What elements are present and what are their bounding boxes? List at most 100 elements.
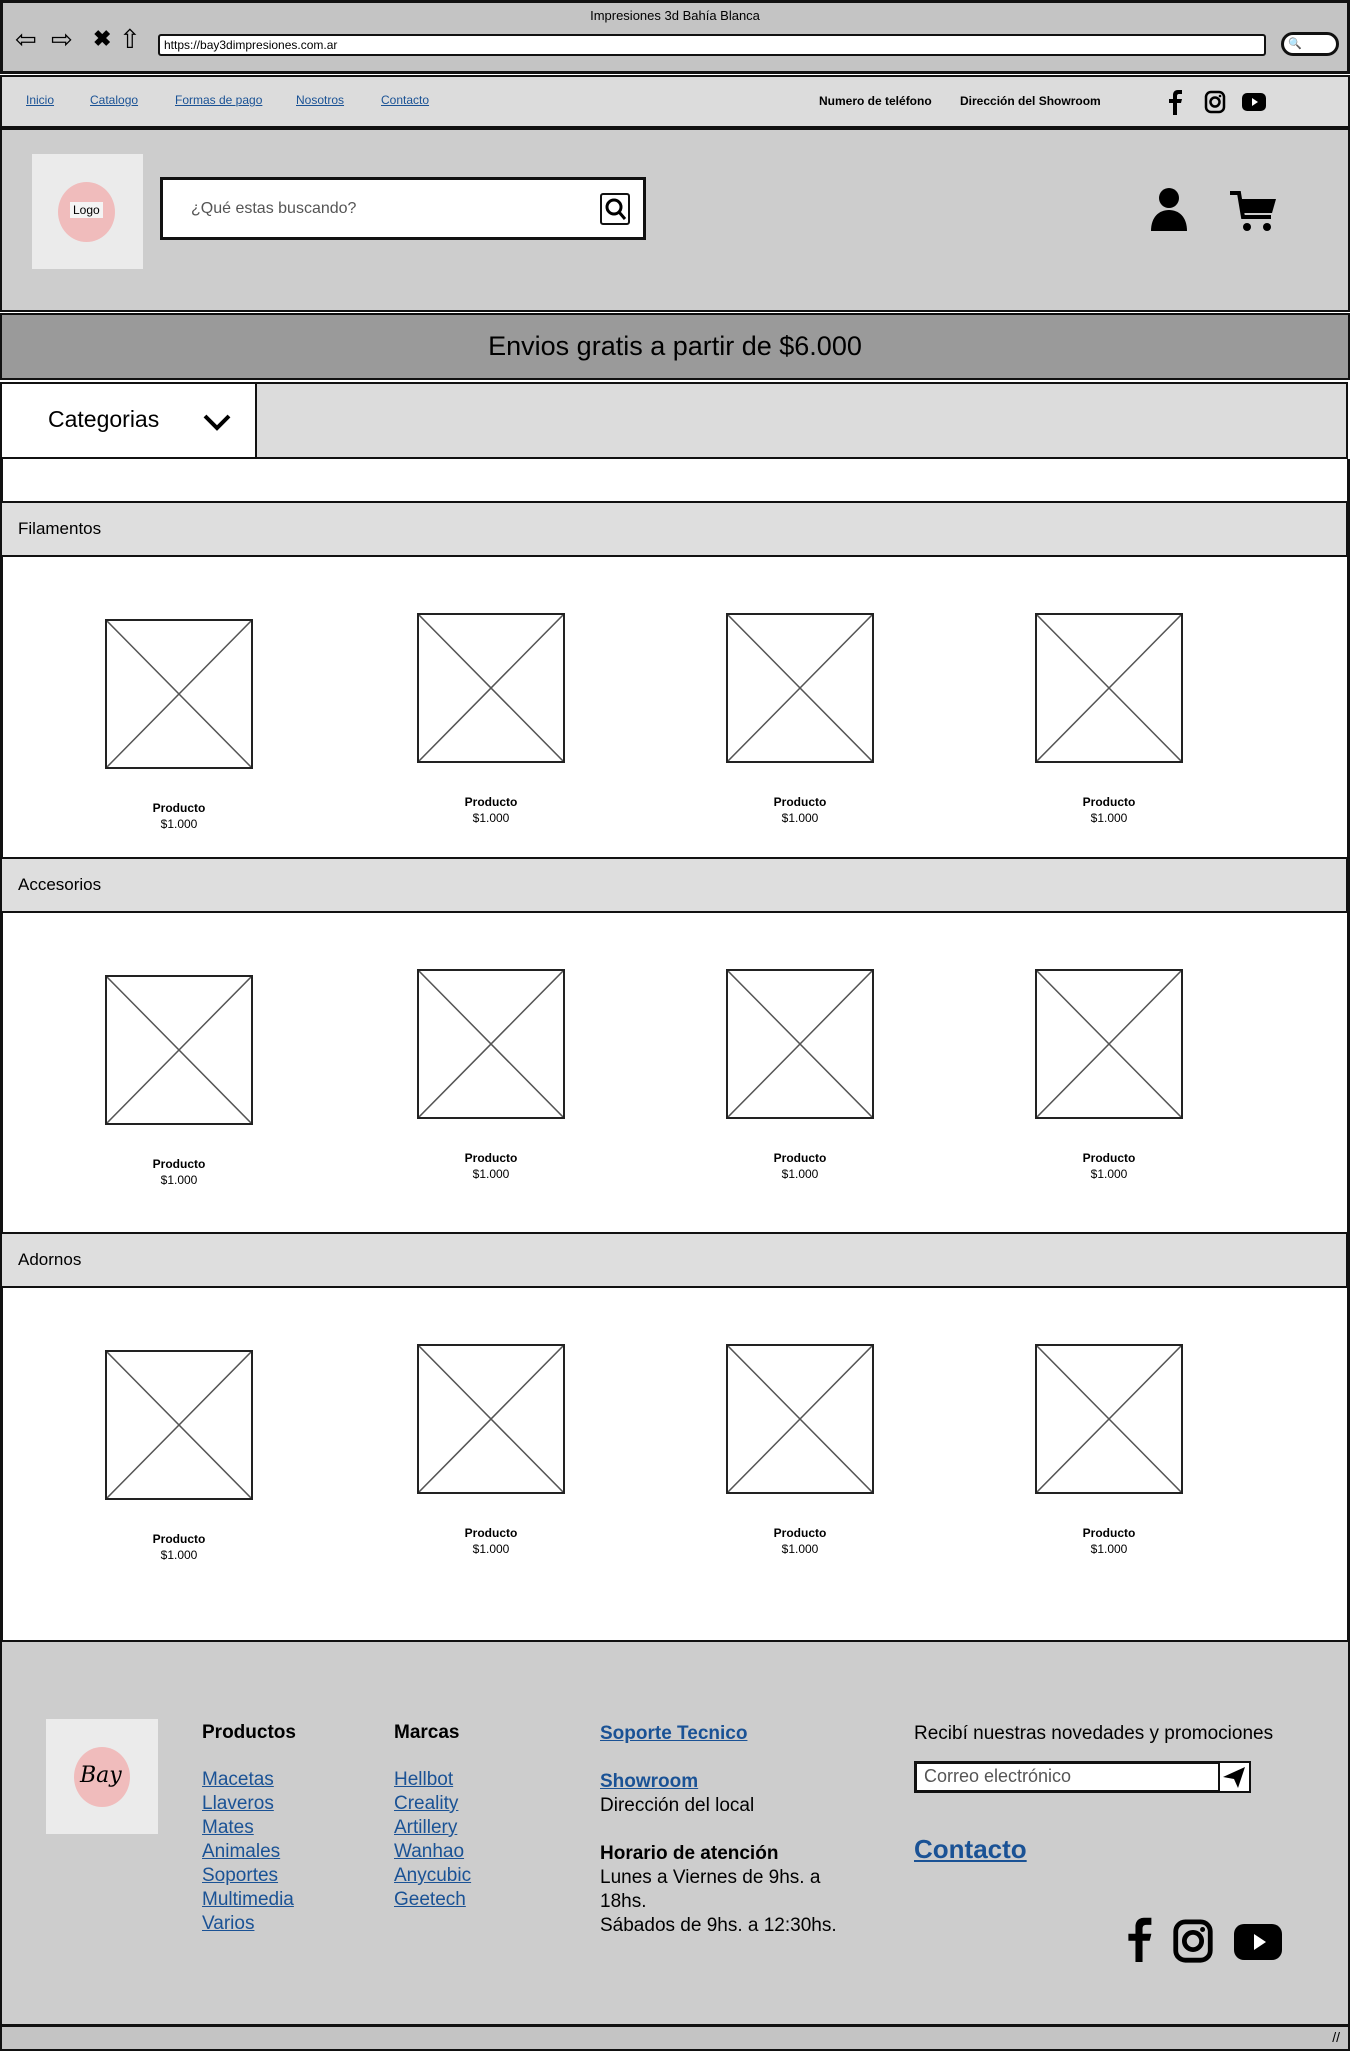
- product-name[interactable]: Producto: [1035, 795, 1183, 809]
- top-nav: Inicio Catalogo Formas de pago Nosotros …: [0, 75, 1350, 128]
- product-name[interactable]: Producto: [726, 1526, 874, 1540]
- brand-link[interactable]: Artillery: [394, 1816, 471, 1840]
- nav-nosotros[interactable]: Nosotros: [296, 93, 344, 107]
- product-image-placeholder[interactable]: [105, 1350, 253, 1500]
- user-icon[interactable]: [1150, 187, 1188, 231]
- email-input[interactable]: Correo electrónico: [914, 1761, 1251, 1793]
- section-header: Accesorios: [0, 857, 1348, 913]
- nav-inicio[interactable]: Inicio: [26, 93, 54, 107]
- categories-dropdown[interactable]: Categorias: [0, 382, 257, 459]
- brand-link[interactable]: Hellbot: [394, 1768, 471, 1792]
- back-icon[interactable]: ⇦: [15, 25, 37, 53]
- home-icon[interactable]: ⇧: [119, 25, 141, 53]
- product-name[interactable]: Producto: [105, 801, 253, 815]
- product-image-placeholder[interactable]: [105, 975, 253, 1125]
- product-price: $1.000: [1090, 811, 1128, 825]
- product-name[interactable]: Producto: [417, 795, 565, 809]
- footer-logo-text: Bay: [80, 1763, 122, 1788]
- product-category-link[interactable]: Mates: [202, 1816, 296, 1840]
- youtube-icon[interactable]: [1234, 1924, 1282, 1960]
- categories-label: Categorias: [48, 406, 160, 432]
- product-image-placeholder[interactable]: [1035, 969, 1183, 1119]
- bottom-bar: //: [0, 2025, 1350, 2051]
- product-price: $1.000: [472, 1167, 510, 1181]
- productos-title: Productos: [202, 1722, 296, 1743]
- info-column: Soporte Tecnico Showroom Dirección del l…: [600, 1722, 837, 1938]
- logo-label: Logo: [70, 202, 103, 218]
- product-name[interactable]: Producto: [726, 795, 874, 809]
- section-header: Adornos: [0, 1232, 1348, 1288]
- product-name[interactable]: Producto: [105, 1157, 253, 1171]
- product-name[interactable]: Producto: [1035, 1526, 1183, 1540]
- search-input[interactable]: ¿Qué estas buscando?: [160, 177, 646, 240]
- nav-contacto[interactable]: Contacto: [381, 93, 429, 107]
- instagram-icon[interactable]: [1204, 90, 1226, 114]
- chevron-down-icon: [203, 414, 231, 431]
- product-image-placeholder[interactable]: [417, 969, 565, 1119]
- nav-formas-de-pago[interactable]: Formas de pago: [175, 93, 262, 107]
- product-price: $1.000: [160, 1173, 198, 1187]
- free-shipping-banner: Envios gratis a partir de $6.000: [0, 313, 1350, 380]
- product-image-placeholder[interactable]: [1035, 1344, 1183, 1494]
- footer: Bay Productos Macetas Llaveros Mates Animal…: [0, 1640, 1350, 2026]
- product-price: $1.000: [781, 1167, 819, 1181]
- close-icon[interactable]: ✖: [93, 25, 111, 53]
- product-name[interactable]: Producto: [105, 1532, 253, 1546]
- brand-link[interactable]: Anycubic: [394, 1864, 471, 1888]
- product-image-placeholder[interactable]: [417, 613, 565, 763]
- showroom-address-text: Dirección del local: [600, 1795, 755, 1816]
- horario-line: Sábados de 9hs. a 12:30hs.: [600, 1915, 837, 1936]
- product-price: $1.000: [472, 1542, 510, 1556]
- product-price: $1.000: [781, 1542, 819, 1556]
- contacto-link[interactable]: Contacto: [914, 1834, 1027, 1864]
- brand-link[interactable]: Wanhao: [394, 1840, 471, 1864]
- product-image-placeholder[interactable]: [726, 1344, 874, 1494]
- instagram-icon[interactable]: [1170, 1918, 1216, 1964]
- product-category-link[interactable]: Llaveros: [202, 1792, 296, 1816]
- cart-icon[interactable]: [1230, 190, 1278, 232]
- footer-logo[interactable]: Bay: [46, 1719, 158, 1834]
- newsletter-label: Recibí nuestras novedades y promociones: [914, 1723, 1274, 1744]
- url-bar[interactable]: https://bay3dimpresiones.com.ar: [158, 34, 1266, 56]
- send-icon[interactable]: [1218, 1763, 1249, 1791]
- brand-link[interactable]: Geetech: [394, 1888, 471, 1912]
- brand-link[interactable]: Creality: [394, 1792, 471, 1816]
- facebook-icon[interactable]: [1168, 89, 1182, 115]
- horario-title: Horario de atención: [600, 1843, 779, 1864]
- marcas-title: Marcas: [394, 1722, 460, 1743]
- product-image-placeholder[interactable]: [1035, 613, 1183, 763]
- product-price: $1.000: [1090, 1167, 1128, 1181]
- product-category-link[interactable]: Varios: [202, 1912, 296, 1936]
- product-image-placeholder[interactable]: [417, 1344, 565, 1494]
- forward-icon[interactable]: ⇨: [51, 25, 73, 53]
- product-name[interactable]: Producto: [1035, 1151, 1183, 1165]
- product-price: $1.000: [160, 1548, 198, 1562]
- product-image-placeholder[interactable]: [726, 613, 874, 763]
- horario-line: 18hs.: [600, 1891, 647, 1912]
- product-name[interactable]: Producto: [417, 1151, 565, 1165]
- product-price: $1.000: [472, 811, 510, 825]
- product-price: $1.000: [1090, 1542, 1128, 1556]
- product-name[interactable]: Producto: [726, 1151, 874, 1165]
- phone-number: Numero de teléfono: [819, 94, 932, 108]
- product-category-link[interactable]: Multimedia: [202, 1888, 296, 1912]
- facebook-icon[interactable]: [1126, 1916, 1152, 1962]
- search-icon[interactable]: [600, 193, 630, 225]
- product-name[interactable]: Producto: [417, 1526, 565, 1540]
- product-category-link[interactable]: Soportes: [202, 1864, 296, 1888]
- productos-column: Productos Macetas Llaveros Mates Animales So…: [202, 1722, 296, 1936]
- showroom-link[interactable]: Showroom: [600, 1770, 837, 1794]
- product-price: $1.000: [781, 811, 819, 825]
- resize-handle-icon[interactable]: //: [1332, 2029, 1340, 2045]
- product-price: $1.000: [160, 817, 198, 831]
- browser-search-icon[interactable]: 🔍: [1281, 32, 1339, 56]
- product-image-placeholder[interactable]: [726, 969, 874, 1119]
- logo[interactable]: Logo: [32, 154, 143, 269]
- product-image-placeholder[interactable]: [105, 619, 253, 769]
- youtube-icon[interactable]: [1242, 93, 1266, 111]
- soporte-tecnico-link[interactable]: Soporte Tecnico: [600, 1722, 837, 1746]
- product-category-link[interactable]: Macetas: [202, 1768, 296, 1792]
- nav-catalogo[interactable]: Catalogo: [90, 93, 138, 107]
- marcas-column: Marcas Hellbot Creality Artillery Wanhao Any…: [394, 1722, 471, 1912]
- product-category-link[interactable]: Animales: [202, 1840, 296, 1864]
